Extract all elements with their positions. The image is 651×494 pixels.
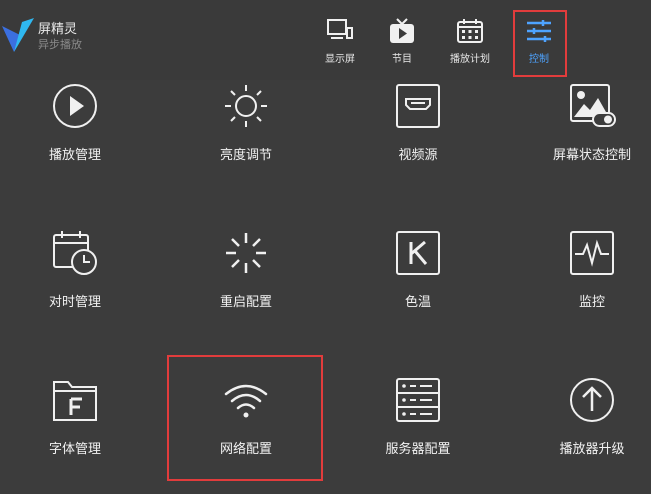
app-name: 屏精灵 (38, 22, 78, 37)
tile-video-source[interactable]: 视频源 (343, 82, 493, 182)
calendar-clock-icon (53, 231, 97, 275)
tile-player-upgrade[interactable]: 播放器升级 (517, 376, 651, 476)
tile-label: 服务器配置 (385, 442, 451, 457)
nav-display-button[interactable]: 显示屏 (309, 16, 371, 70)
tile-server-config[interactable]: 服务器配置 (343, 376, 493, 476)
calendar-icon (457, 19, 483, 43)
tile-label: 对时管理 (48, 295, 101, 310)
nav-display-label: 显示屏 (325, 54, 355, 65)
k-box-icon (396, 231, 440, 275)
tile-label: 屏幕状态控制 (552, 148, 631, 163)
nav-schedule-button[interactable]: 播放计划 (439, 16, 501, 70)
tile-label: 色温 (404, 295, 431, 310)
sun-icon (225, 85, 267, 127)
tile-font-management[interactable]: 字体管理 (0, 376, 150, 476)
top-bar: 屏精灵 异步播放 显示屏 节目 播放计划 控制 (0, 0, 651, 80)
display-icon (327, 19, 353, 39)
tile-brightness[interactable]: 亮度调节 (171, 82, 321, 182)
tile-network-config[interactable]: 网络配置 (171, 376, 321, 476)
nav-program-label: 节目 (392, 54, 412, 65)
tv-play-icon (390, 18, 414, 43)
sliders-icon (527, 20, 551, 42)
tile-monitoring[interactable]: 监控 (517, 229, 651, 329)
loading-spinner-icon (226, 233, 266, 273)
tile-label: 播放管理 (48, 148, 101, 163)
nav-schedule-label: 播放计划 (450, 54, 490, 65)
play-circle-icon (53, 84, 97, 128)
tile-time-sync[interactable]: 对时管理 (0, 229, 150, 329)
tile-restart-config[interactable]: 重启配置 (171, 229, 321, 329)
tile-label: 视频源 (398, 148, 438, 163)
server-icon (396, 378, 440, 422)
nav-control-button[interactable]: 控制 (508, 16, 570, 70)
nav-control-label: 控制 (529, 54, 549, 65)
upgrade-arrow-icon (570, 378, 614, 422)
screen-status-icon (570, 84, 616, 127)
tile-label: 字体管理 (48, 442, 101, 457)
nav-program-button[interactable]: 节目 (371, 16, 433, 70)
app-logo-icon (2, 18, 34, 52)
wifi-icon (224, 384, 268, 418)
tile-label: 播放器升级 (559, 442, 625, 457)
tile-label: 重启配置 (219, 295, 272, 310)
tile-color-temperature[interactable]: 色温 (343, 229, 493, 329)
font-folder-icon (53, 381, 97, 421)
tile-label: 亮度调节 (219, 148, 272, 163)
tile-label: 监控 (578, 295, 605, 310)
pulse-monitor-icon (570, 231, 614, 275)
hdmi-icon (396, 84, 440, 128)
tile-screen-status-control[interactable]: 屏幕状态控制 (517, 82, 651, 182)
app-subtitle: 异步播放 (38, 38, 82, 51)
tile-playback-management[interactable]: 播放管理 (0, 82, 150, 182)
tile-label: 网络配置 (219, 442, 272, 457)
